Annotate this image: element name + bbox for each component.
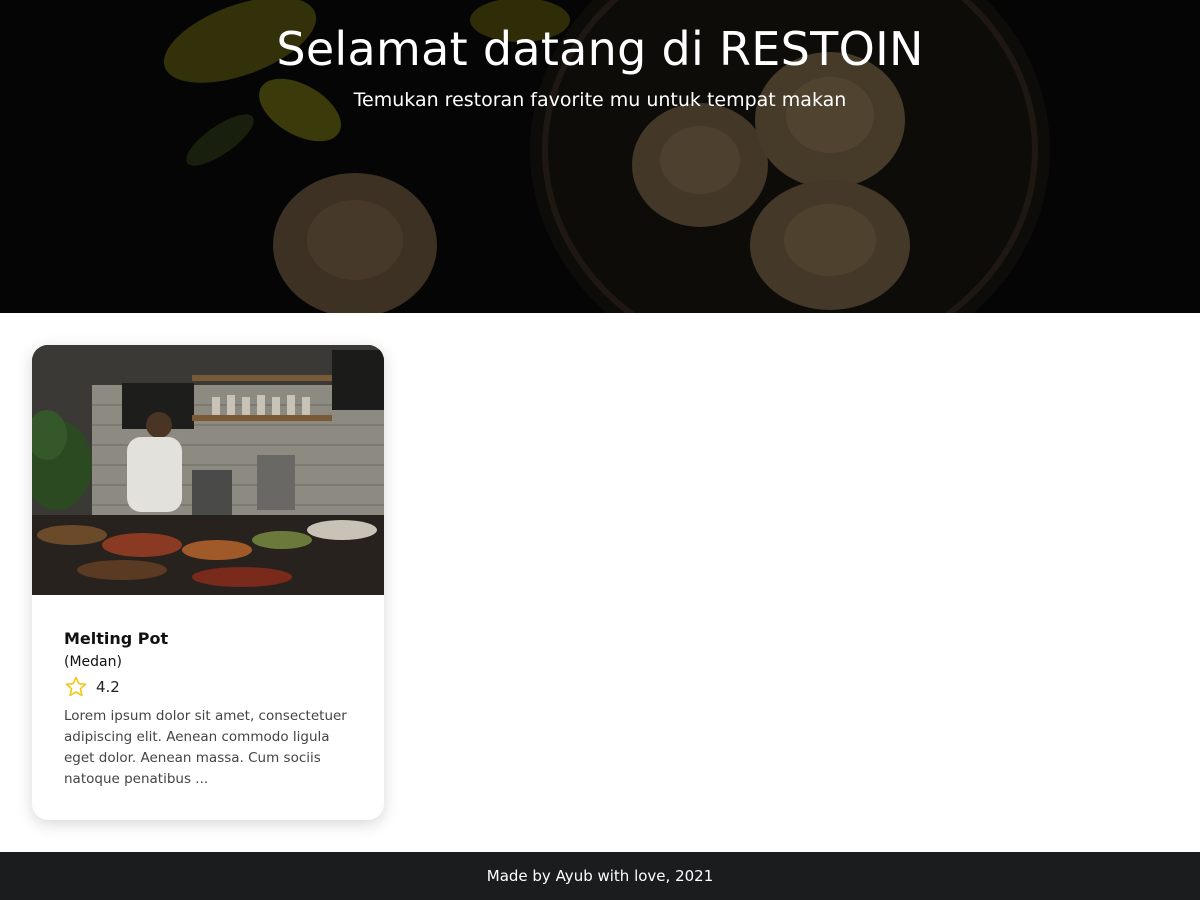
rating-value: 4.2 — [96, 678, 120, 696]
footer-text: Made by Ayub with love, 2021 — [486, 867, 714, 885]
restaurant-description: Lorem ipsum dolor sit amet, consectetuer… — [64, 708, 347, 787]
restaurant-rating: 4.2 — [64, 675, 354, 699]
restaurant-name[interactable]: Melting Pot — [64, 629, 354, 649]
restaurant-city: (Medan) — [64, 654, 122, 670]
hero: Selamat datang di RESTOIN Temukan restor… — [0, 0, 1200, 313]
restaurant-image — [32, 345, 384, 595]
footer: Made by Ayub with love, 2021 — [0, 852, 1200, 900]
hero-subtitle: Temukan restoran favorite mu untuk tempa… — [353, 89, 847, 111]
restaurant-card-body: Melting Pot (Medan) 4.2 Lorem ipsum dolo… — [64, 629, 354, 790]
restaurant-card[interactable]: Melting Pot (Medan) 4.2 Lorem ipsum dolo… — [32, 345, 384, 820]
hero-title: Selamat datang di RESTOIN — [276, 22, 924, 76]
star-outline-icon — [64, 675, 88, 699]
